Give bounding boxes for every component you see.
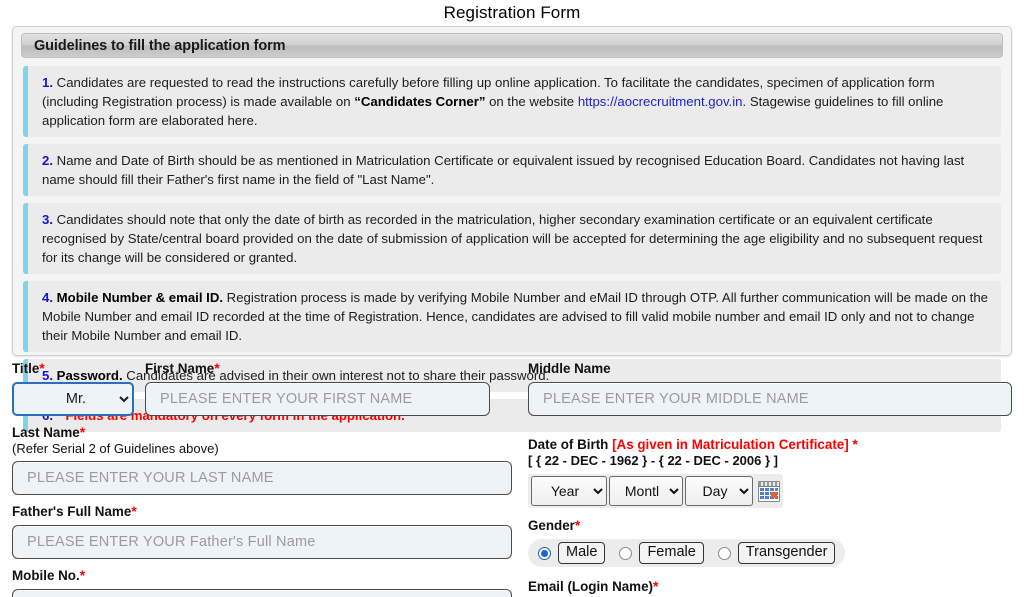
guideline-number: 1. [42,75,53,90]
guidelines-panel-header: Guidelines to fill the application form [21,33,1003,58]
mobile-no-label: Mobile No.* [12,567,86,583]
guideline-number: 4. [42,290,53,305]
guideline-number: 2. [42,153,53,168]
required-asterisk: * [79,567,86,583]
page-title: Registration Form [443,3,581,22]
guidelines-website-link[interactable]: https://aocrecruitment.gov.in [578,94,743,109]
gender-radio-group: Male Female Transgender [528,539,846,567]
email-group: Email (Login Name)* * [528,578,1012,597]
gender-option-label-transgender[interactable]: Transgender [737,542,836,564]
required-asterisk: * [39,360,45,376]
middle-name-input[interactable] [528,382,1012,416]
form-column-right: Middle Name Date of Birth [As given in M… [528,360,1012,597]
gender-group: Gender* Male Female Transgender [528,517,1012,567]
title-label: Title* [12,360,45,376]
dob-month-select[interactable]: Montl [609,476,683,506]
last-name-label: Last Name* [12,424,86,440]
guideline-item-4: 4. Mobile Number & email ID. Registratio… [23,281,1001,352]
date-of-birth-group: Date of Birth [As given in Matriculation… [528,436,1012,508]
last-name-input[interactable] [12,461,512,495]
guidelines-panel: Guidelines to fill the application form … [12,26,1012,432]
guideline-number: 3. [42,212,53,227]
first-name-label: First Name* [145,360,220,376]
guideline-text: Candidates should note that only the dat… [42,212,983,265]
title-firstname-row: Title* Mr. Mrs. Ms. First Name* [12,360,512,416]
gender-radio-female[interactable] [619,546,633,560]
last-name-sub-label: (Refer Serial 2 of Guidelines above) [12,441,219,456]
required-asterisk: * [852,436,858,452]
gender-radio-male[interactable] [538,546,551,560]
guideline-bold-text: Mobile Number & email ID. [53,290,224,305]
middle-name-group: Middle Name [528,360,1012,416]
required-asterisk: * [79,424,86,440]
title-select[interactable]: Mr. Mrs. Ms. [12,382,134,416]
date-of-birth-label: Date of Birth [As given in Matriculation… [528,436,858,452]
fathers-full-name-group: Father's Full Name* [12,503,512,559]
last-name-group: Last Name* (Refer Serial 2 of Guidelines… [12,424,512,495]
date-of-birth-range: [ { 22 - DEC - 1962 } - { 22 - DEC - 200… [528,453,778,468]
dob-day-select[interactable]: Day [685,476,753,506]
guideline-bold-text: “Candidates Corner” [354,94,486,109]
form-column-left: Title* Mr. Mrs. Ms. First Name* Last Nam… [12,360,512,597]
required-asterisk: * [653,578,659,594]
date-of-birth-selects: Year Montl Day [528,474,783,508]
email-label: Email (Login Name)* [528,578,659,594]
calendar-icon[interactable] [758,480,780,502]
required-asterisk: * [131,503,137,519]
guideline-item-2: 2. Name and Date of Birth should be as m… [23,144,1001,196]
mobile-no-group: Mobile No.* * [12,567,512,597]
required-asterisk: * [574,517,581,533]
guideline-item-3: 3. Candidates should note that only the … [23,203,1001,274]
registration-form: Title* Mr. Mrs. Ms. First Name* Last Nam… [0,360,1024,597]
fathers-full-name-input[interactable] [12,525,512,559]
guidelines-panel-title: Guidelines to fill the application form [34,37,286,54]
required-asterisk: * [214,360,220,376]
guideline-item-1: 1. Candidates are requested to read the … [23,66,1001,137]
gender-option-label-male[interactable]: Male [558,542,606,564]
fathers-full-name-label: Father's Full Name* [12,503,137,519]
gender-option-label-female[interactable]: Female [639,542,704,564]
guideline-text: Name and Date of Birth should be as ment… [42,153,965,187]
gender-radio-transgender[interactable] [717,546,731,560]
gender-label: Gender* [528,517,581,533]
guideline-text-2: on the website [485,94,578,109]
dob-year-select[interactable]: Year [531,476,607,506]
first-name-input[interactable] [145,382,490,416]
middle-name-label: Middle Name [528,361,611,376]
mobile-no-input[interactable] [12,589,512,597]
date-of-birth-note: [As given in Matriculation Certificate] [612,437,849,452]
